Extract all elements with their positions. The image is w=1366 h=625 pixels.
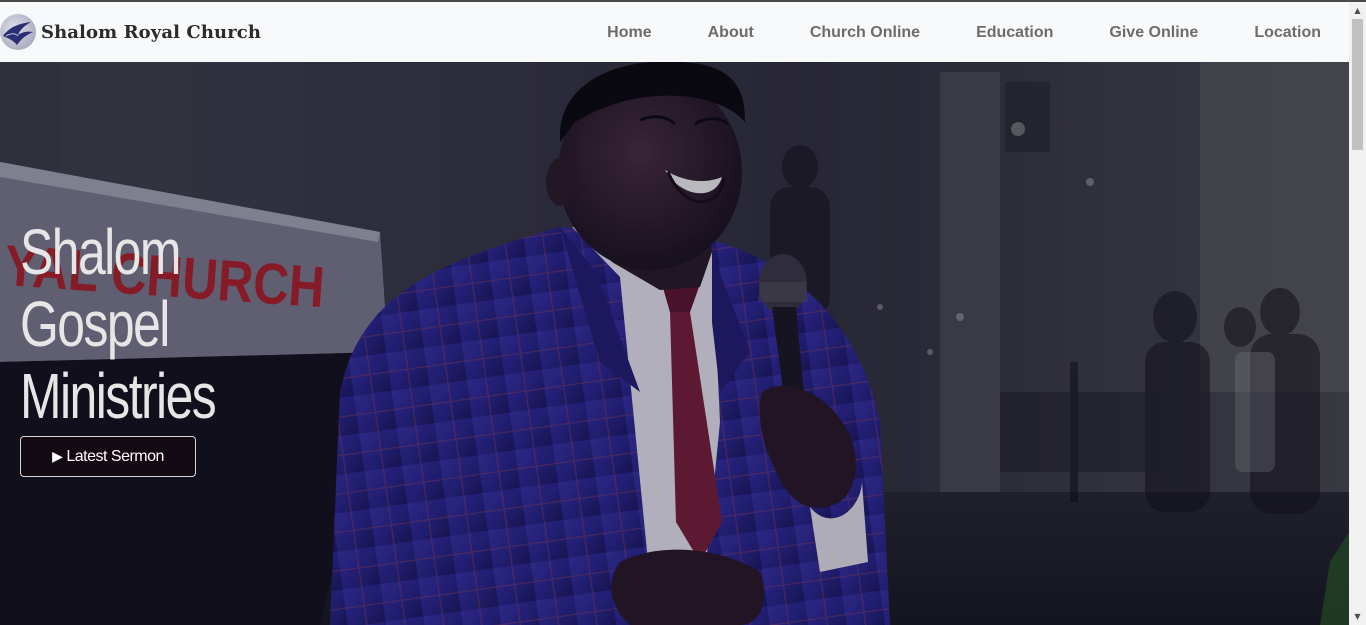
latest-sermon-button[interactable]: ▶ Latest Sermon — [20, 436, 196, 477]
nav-item-home: Home — [607, 22, 651, 42]
hero-banner: YAL CHURCH Shalom Gospel Ministries ▶ La… — [0, 62, 1349, 625]
nav-item-about: About — [708, 22, 754, 42]
nav-item-education: Education — [976, 22, 1053, 42]
scroll-thumb[interactable] — [1352, 19, 1363, 150]
brand-name: Shalom Royal Church — [41, 21, 262, 43]
page-scrollbar[interactable]: ▲ ▼ — [1349, 2, 1366, 625]
hero-title-line-1: Shalom — [20, 216, 181, 288]
nav-link-home[interactable]: Home — [607, 24, 651, 41]
hero-title: Shalom Gospel Ministries — [20, 216, 217, 432]
nav-item-location: Location — [1254, 22, 1321, 42]
hero-title-line-3: Ministries — [20, 360, 217, 432]
play-icon: ▶ — [52, 448, 63, 464]
scroll-up-arrow-icon[interactable]: ▲ — [1349, 2, 1366, 19]
nav-item-church-online: Church Online — [810, 22, 920, 42]
main-nav: Home About Church Online Education Give … — [551, 2, 1321, 62]
nav-link-location[interactable]: Location — [1254, 24, 1321, 41]
nav-link-education[interactable]: Education — [976, 24, 1053, 41]
navbar: Shalom Royal Church Home About Church On… — [0, 2, 1349, 62]
latest-sermon-label: Latest Sermon — [66, 447, 164, 465]
brand-link[interactable]: Shalom Royal Church — [0, 13, 261, 51]
nav-item-give-online: Give Online — [1109, 22, 1198, 42]
dove-icon — [0, 14, 36, 50]
scroll-down-arrow-icon[interactable]: ▼ — [1349, 608, 1366, 625]
nav-link-give-online[interactable]: Give Online — [1109, 24, 1198, 41]
nav-link-church-online[interactable]: Church Online — [810, 24, 920, 41]
nav-link-about[interactable]: About — [708, 24, 754, 41]
hero-title-line-2: Gospel — [20, 288, 170, 360]
